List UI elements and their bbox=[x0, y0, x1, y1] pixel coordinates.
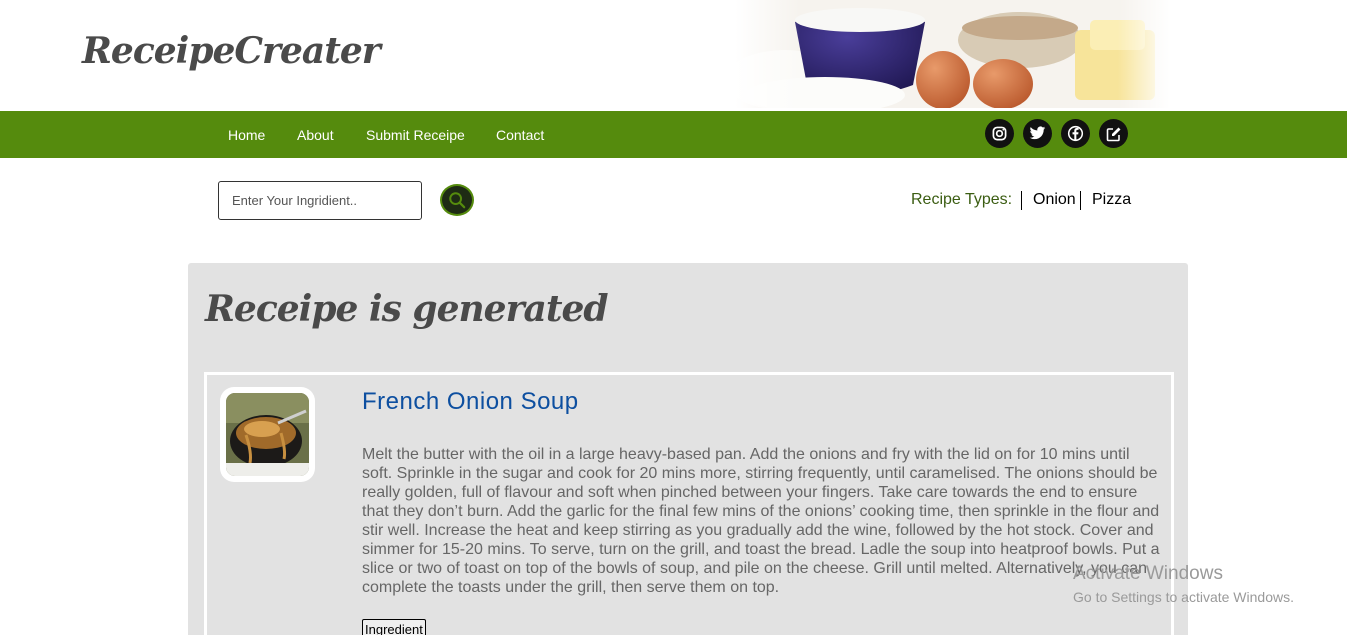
result-title: Receipe is generated bbox=[205, 288, 609, 330]
nav-link-submit-receipe[interactable]: Submit Receipe bbox=[366, 127, 465, 143]
recipe-type-onion[interactable]: Onion bbox=[1033, 191, 1076, 209]
recipe-type-divider bbox=[1080, 191, 1081, 210]
search-button[interactable] bbox=[440, 184, 474, 216]
site-header: ReceipeCreater bbox=[0, 0, 1347, 111]
header-banner-image bbox=[735, 0, 1170, 108]
search-icon bbox=[449, 192, 466, 209]
recipe-thumbnail bbox=[220, 387, 315, 482]
site-logo[interactable]: ReceipeCreater bbox=[82, 30, 381, 72]
recipe-type-divider bbox=[1021, 191, 1022, 210]
recipe-type-pizza[interactable]: Pizza bbox=[1092, 191, 1131, 209]
nav-link-home[interactable]: Home bbox=[228, 127, 265, 143]
nav-link-contact[interactable]: Contact bbox=[496, 127, 544, 143]
instagram-icon[interactable] bbox=[985, 119, 1014, 148]
nav-bar: Home About Submit Receipe Contact bbox=[0, 111, 1347, 158]
ingredient-button[interactable]: Ingredient bbox=[362, 619, 426, 635]
edit-icon[interactable] bbox=[1099, 119, 1128, 148]
facebook-icon[interactable] bbox=[1061, 119, 1090, 148]
recipe-description: Melt the butter with the oil in a large … bbox=[362, 446, 1160, 596]
nav-link-about[interactable]: About bbox=[297, 127, 334, 143]
recipe-name[interactable]: French Onion Soup bbox=[362, 388, 579, 416]
ingredient-search-input[interactable] bbox=[218, 181, 422, 220]
twitter-icon[interactable] bbox=[1023, 119, 1052, 148]
recipe-types-label: Recipe Types: bbox=[911, 191, 1013, 208]
